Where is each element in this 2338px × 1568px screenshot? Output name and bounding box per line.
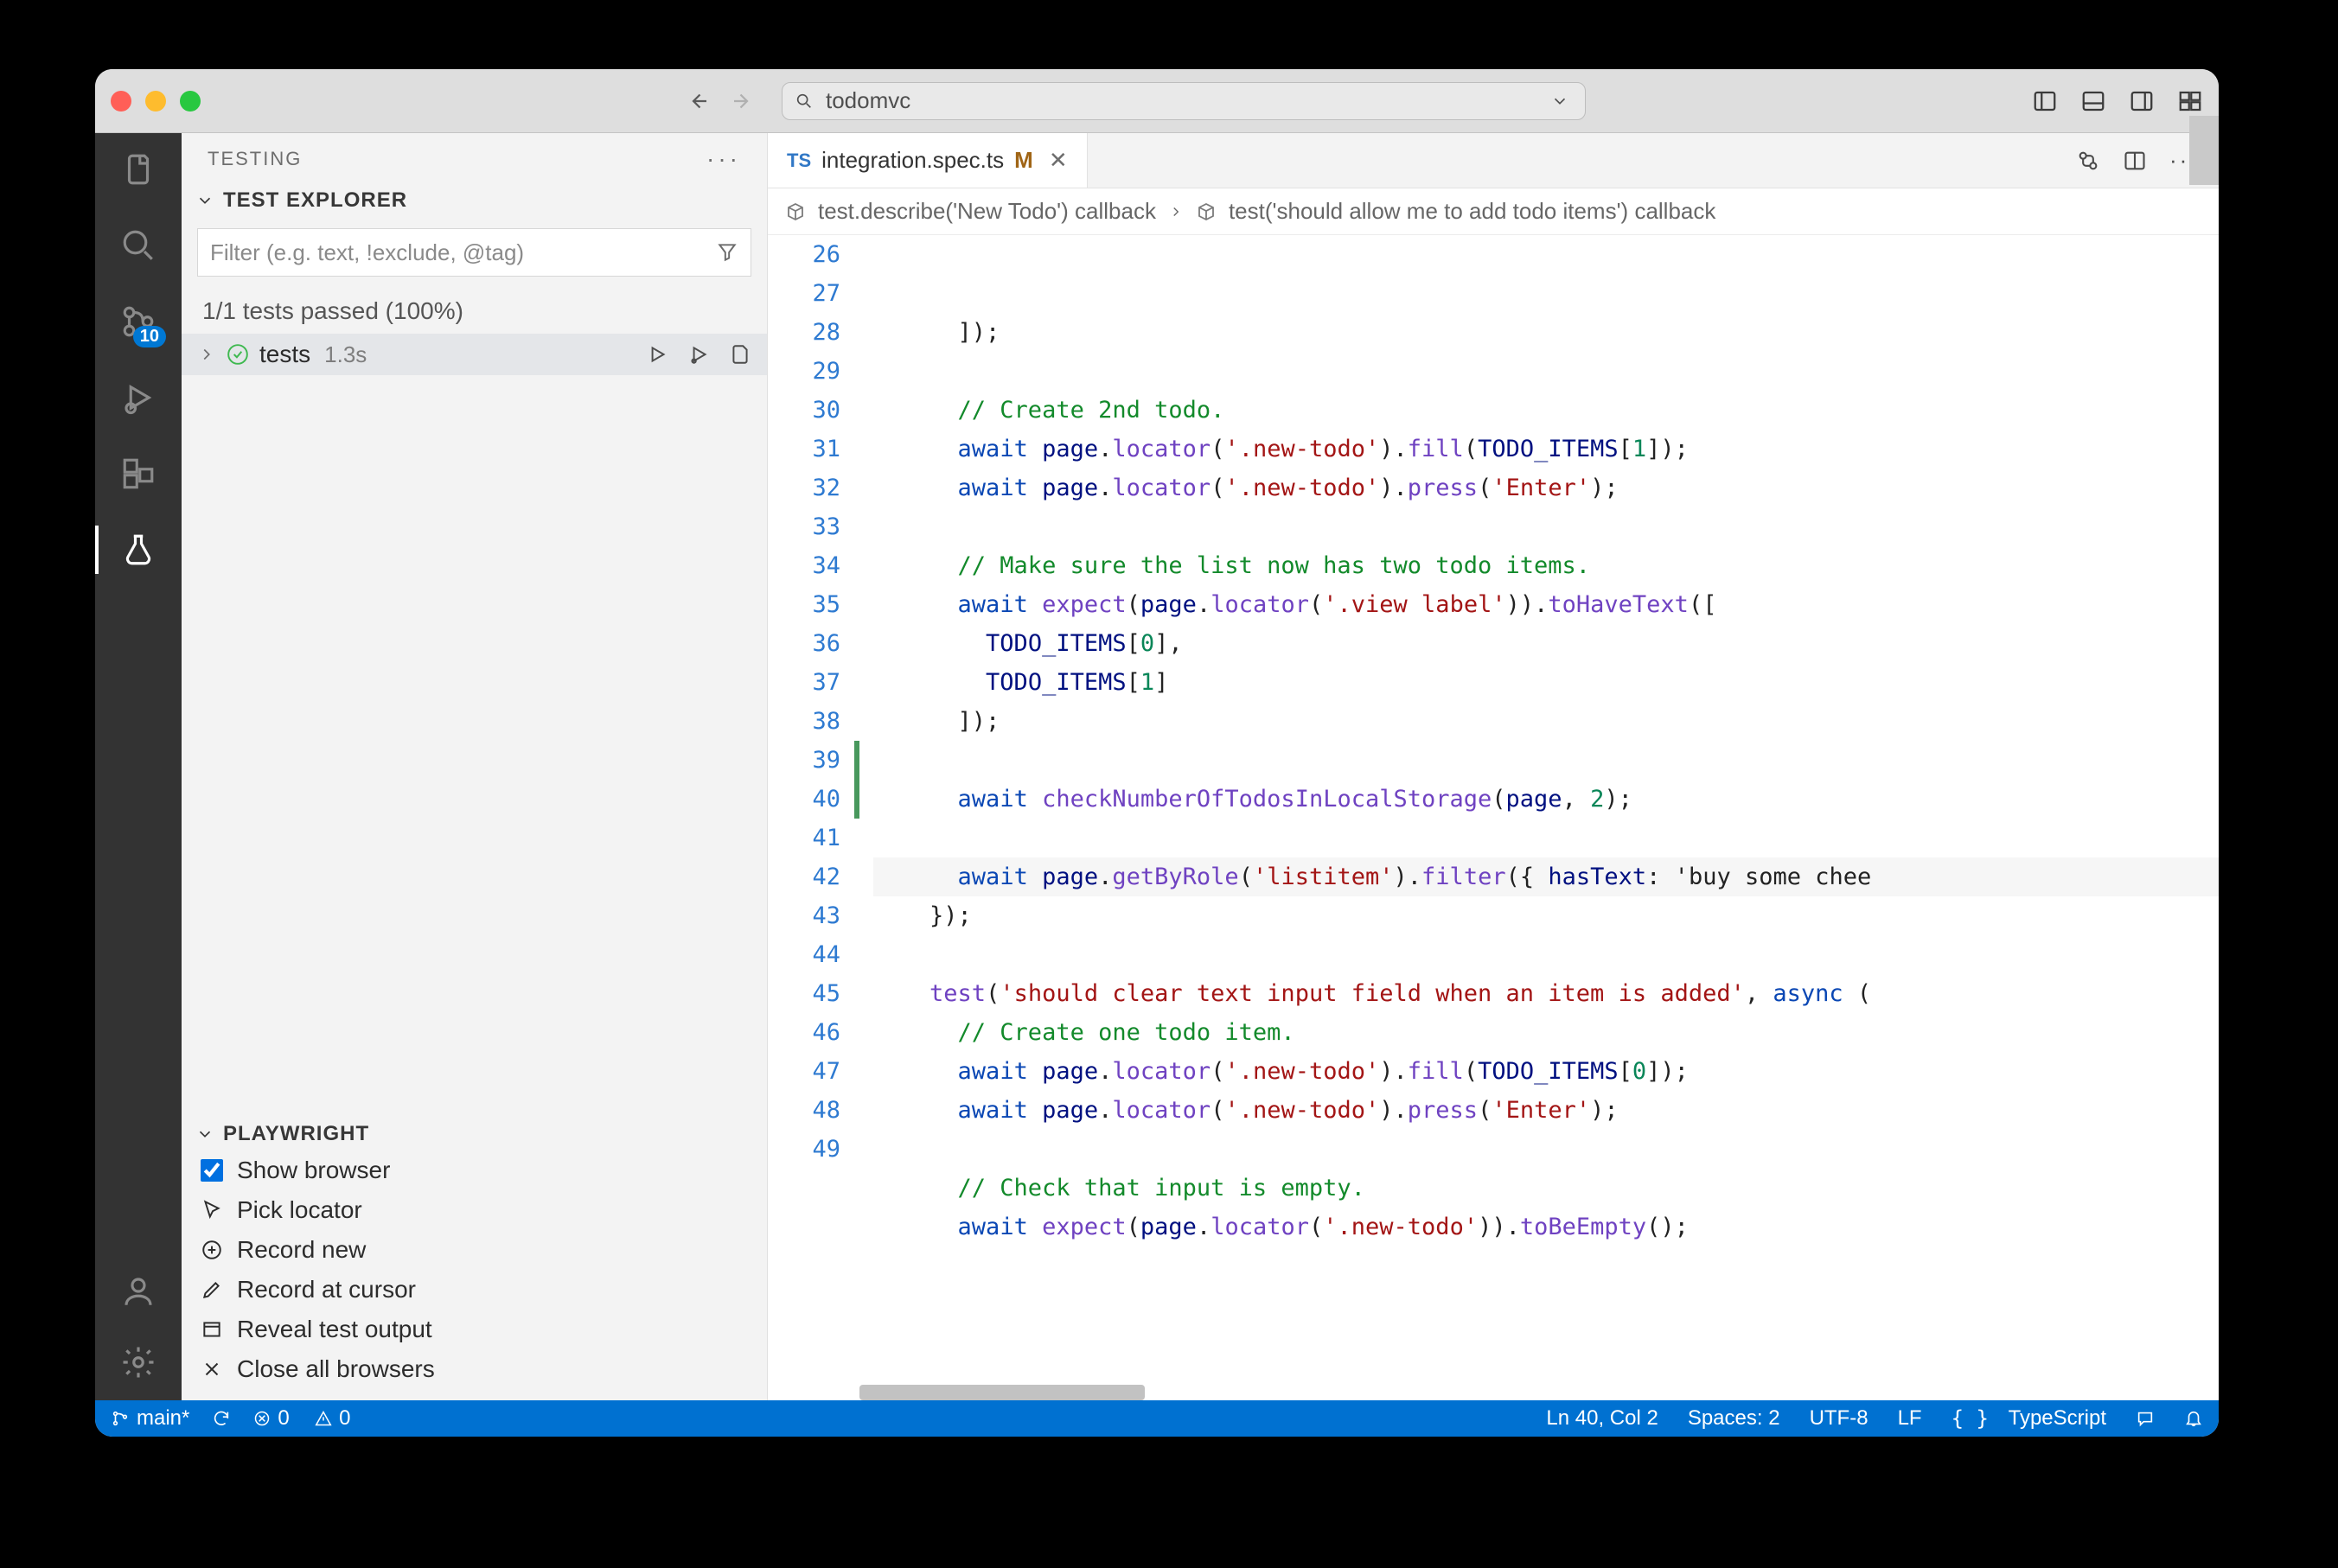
file-type-icon: TS — [787, 150, 811, 172]
feedback-icon[interactable] — [2136, 1409, 2155, 1428]
settings-icon[interactable] — [118, 1342, 159, 1383]
file-name: integration.spec.ts — [821, 147, 1004, 174]
debug-icon[interactable] — [118, 377, 159, 418]
source-control-icon[interactable]: 10 — [118, 301, 159, 342]
show-browser-checkbox[interactable] — [201, 1159, 223, 1182]
problems-status[interactable]: 0 0 — [253, 1406, 350, 1431]
cursor-icon — [201, 1199, 223, 1221]
tab-bar: TS integration.spec.ts M ✕ ··· — [768, 133, 2219, 188]
close-icon — [201, 1358, 223, 1380]
debug-test-icon[interactable] — [687, 343, 710, 366]
testing-sidebar: TESTING ··· TEST EXPLORER Filter (e.g. t… — [182, 133, 768, 1400]
status-bar: main* 0 0 Ln 40, Col 2 Spaces: 2 UTF-8 L… — [95, 1400, 2219, 1437]
show-browser-toggle[interactable]: Show browser — [201, 1157, 748, 1184]
suite-tools — [646, 343, 751, 366]
chevron-down-icon — [195, 191, 214, 210]
secondary-sidebar-icon[interactable] — [2129, 88, 2155, 114]
more-icon[interactable]: ··· — [706, 145, 741, 173]
extensions-icon[interactable] — [118, 453, 159, 494]
language-status[interactable]: { } TypeScript — [1952, 1406, 2106, 1431]
output-icon — [201, 1318, 223, 1341]
titlebar: todomvc — [95, 69, 2219, 133]
account-icon[interactable] — [118, 1271, 159, 1312]
test-summary: 1/1 tests passed (100%) — [182, 289, 767, 334]
modified-indicator: M — [1014, 147, 1033, 174]
playwright-header[interactable]: PLAYWRIGHT — [182, 1119, 767, 1150]
sidebar-title: TESTING — [208, 148, 302, 170]
pencil-icon — [201, 1278, 223, 1301]
symbol-icon — [1196, 201, 1217, 222]
suite-duration: 1.3s — [324, 341, 367, 368]
playwright-label: PLAYWRIGHT — [223, 1122, 369, 1146]
breadcrumb[interactable]: test.describe('New Todo') callback test(… — [768, 188, 2219, 235]
eol-status[interactable]: LF — [1898, 1406, 1922, 1431]
close-browsers-action[interactable]: Close all browsers — [201, 1355, 748, 1383]
panel-icon[interactable] — [2080, 88, 2106, 114]
record-icon — [201, 1239, 223, 1261]
sync-status[interactable] — [212, 1409, 231, 1428]
code-editor[interactable]: 262728293031323334353637383940414243▷444… — [768, 235, 2219, 1400]
primary-sidebar-icon[interactable] — [2032, 88, 2058, 114]
customize-layout-icon[interactable] — [2177, 88, 2203, 114]
activity-bar: 10 — [95, 133, 182, 1400]
chevron-right-icon — [1168, 204, 1184, 220]
sidebar-header: TESTING ··· — [182, 133, 767, 185]
filter-icon[interactable] — [716, 241, 738, 264]
encoding-status[interactable]: UTF-8 — [1810, 1406, 1868, 1431]
workspace-title: todomvc — [826, 87, 910, 114]
test-explorer-header[interactable]: TEST EXPLORER — [182, 185, 767, 216]
indentation-status[interactable]: Spaces: 2 — [1688, 1406, 1780, 1431]
symbol-icon — [785, 201, 806, 222]
test-filter-input[interactable]: Filter (e.g. text, !exclude, @tag) — [197, 228, 751, 277]
chevron-right-icon[interactable] — [197, 345, 216, 364]
chevron-down-icon — [1550, 92, 1569, 111]
playwright-actions: Show browser Pick locator Record new Rec… — [182, 1150, 767, 1400]
run-icon[interactable] — [646, 343, 668, 366]
search-icon — [795, 92, 814, 111]
record-cursor-action[interactable]: Record at cursor — [201, 1276, 748, 1303]
close-tab-icon[interactable]: ✕ — [1049, 147, 1068, 174]
window-controls — [111, 91, 201, 112]
minimap-slider[interactable] — [2189, 116, 2219, 185]
goto-file-icon[interactable] — [729, 343, 751, 366]
cursor-position[interactable]: Ln 40, Col 2 — [1546, 1406, 1658, 1431]
editor-group: TS integration.spec.ts M ✕ ··· test.desc… — [768, 133, 2219, 1400]
compare-icon[interactable] — [2076, 149, 2100, 173]
layout-controls — [2032, 88, 2203, 114]
explorer-icon[interactable] — [118, 149, 159, 190]
scm-badge: 10 — [133, 326, 166, 347]
testing-icon[interactable] — [118, 529, 159, 570]
chevron-down-icon — [195, 1125, 214, 1144]
test-suite-row[interactable]: tests 1.3s — [182, 334, 767, 375]
split-icon[interactable] — [2123, 149, 2147, 173]
editor-tab[interactable]: TS integration.spec.ts M ✕ — [768, 133, 1088, 188]
history-nav — [685, 88, 756, 114]
search-icon[interactable] — [118, 225, 159, 266]
breadcrumb-item[interactable]: test('should allow me to add todo items'… — [1229, 198, 1715, 225]
suite-name: tests — [259, 341, 310, 368]
reveal-output-action[interactable]: Reveal test output — [201, 1316, 748, 1343]
forward-icon[interactable] — [730, 88, 756, 114]
filter-placeholder: Filter (e.g. text, !exclude, @tag) — [210, 239, 524, 266]
pass-icon — [227, 343, 249, 366]
vscode-window: todomvc 10 TESTING ·· — [95, 69, 2219, 1437]
breadcrumb-item[interactable]: test.describe('New Todo') callback — [818, 198, 1156, 225]
branch-status[interactable]: main* — [111, 1406, 189, 1431]
command-center[interactable]: todomvc — [782, 82, 1586, 120]
maximize-window[interactable] — [180, 91, 201, 112]
section-label: TEST EXPLORER — [223, 188, 407, 213]
record-new-action[interactable]: Record new — [201, 1236, 748, 1264]
line-gutter: 262728293031323334353637383940414243▷444… — [768, 235, 859, 1400]
pick-locator-action[interactable]: Pick locator — [201, 1196, 748, 1224]
bell-icon[interactable] — [2184, 1409, 2203, 1428]
code-content[interactable]: ]); // Create 2nd todo. await page.locat… — [859, 235, 2219, 1400]
back-icon[interactable] — [685, 88, 711, 114]
minimize-window[interactable] — [145, 91, 166, 112]
horizontal-scrollbar[interactable] — [859, 1385, 1145, 1400]
close-window[interactable] — [111, 91, 131, 112]
